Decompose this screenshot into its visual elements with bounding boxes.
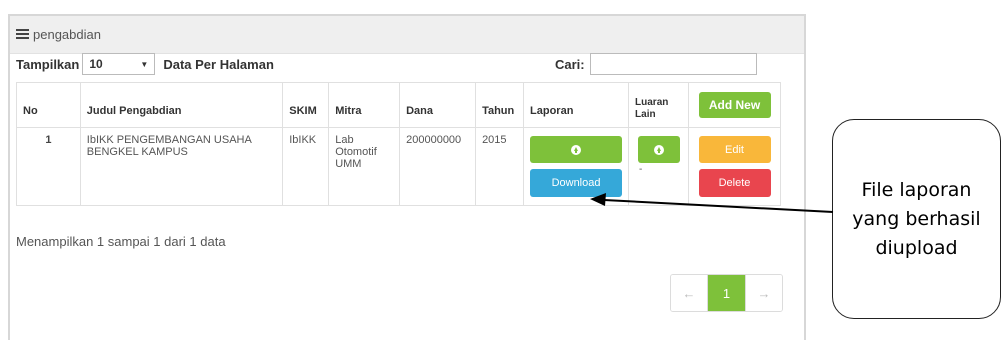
edit-button[interactable]: Edit (698, 136, 771, 163)
header-luaran-line2: Lain (635, 109, 656, 120)
cell-luaran-lain: - (628, 127, 689, 206)
data-table: No Judul Pengabdian SKIM Mitra Dana Tahu… (16, 82, 781, 206)
per-page-label: Data Per Halaman (163, 56, 274, 72)
header-luaran-line1: Luaran (635, 97, 669, 108)
search-label: Cari: (555, 56, 585, 72)
cell-no: 1 (16, 127, 81, 206)
table-row: 1 IbIKK PENGEMBANGAN USAHA BENGKEL KAMPU… (16, 127, 781, 206)
pagination-prev[interactable]: ← (671, 275, 708, 311)
header-judul[interactable]: Judul Pengabdian (79, 82, 284, 128)
pagination-next[interactable]: → (745, 275, 782, 311)
search-control: Cari: (555, 52, 757, 76)
page-size-value: 10 (89, 57, 103, 71)
header-no[interactable]: No (16, 82, 81, 128)
panel-heading: pengabdian (10, 16, 804, 54)
search-input[interactable] (589, 53, 757, 75)
pagination-page-1[interactable]: 1 (708, 275, 745, 311)
circle-arrow-up-icon (653, 144, 664, 155)
add-new-button[interactable]: Add New (698, 92, 771, 118)
cell-tahun: 2015 (475, 127, 525, 206)
pagination: ← 1 → (670, 274, 783, 312)
show-label: Tampilkan (16, 56, 80, 72)
upload-luaran-button[interactable] (637, 136, 680, 163)
cell-laporan: Download (523, 127, 630, 206)
header-mitra[interactable]: Mitra (328, 82, 401, 128)
table-info: Menampilkan 1 sampai 1 dari 1 data (16, 234, 226, 249)
header-laporan[interactable]: Laporan (523, 82, 630, 128)
callout-text: File laporan yang berhasil diupload (852, 178, 981, 259)
delete-button[interactable]: Delete (698, 169, 771, 197)
cell-actions: Edit Delete (688, 127, 781, 206)
page-size-control: Tampilkan 10 ▼ Data Per Halaman (16, 52, 274, 76)
callout-box: File laporan yang berhasil diupload (832, 119, 1001, 319)
header-dana[interactable]: Dana (399, 82, 477, 128)
table-header-row: No Judul Pengabdian SKIM Mitra Dana Tahu… (16, 82, 781, 128)
header-luaran-lain[interactable]: Luaran Lain (628, 82, 689, 128)
panel-title: pengabdian (33, 27, 101, 42)
header-skim[interactable]: SKIM (282, 82, 330, 128)
cell-mitra: Lab Otomotif UMM (328, 127, 401, 206)
cell-dana: 200000000 (399, 127, 477, 206)
cell-judul: IbIKK PENGEMBANGAN USAHA BENGKEL KAMPUS (79, 127, 284, 206)
chevron-down-icon: ▼ (140, 59, 149, 69)
page-size-select[interactable]: 10 ▼ (82, 53, 156, 75)
upload-laporan-button[interactable] (530, 136, 623, 163)
circle-arrow-up-icon (571, 144, 582, 155)
list-icon (16, 29, 29, 40)
header-actions: Add New (688, 82, 781, 128)
luaran-value: - (639, 164, 643, 175)
download-laporan-button[interactable]: Download (530, 169, 623, 197)
cell-skim: IbIKK (282, 127, 330, 206)
header-tahun[interactable]: Tahun (475, 82, 525, 128)
